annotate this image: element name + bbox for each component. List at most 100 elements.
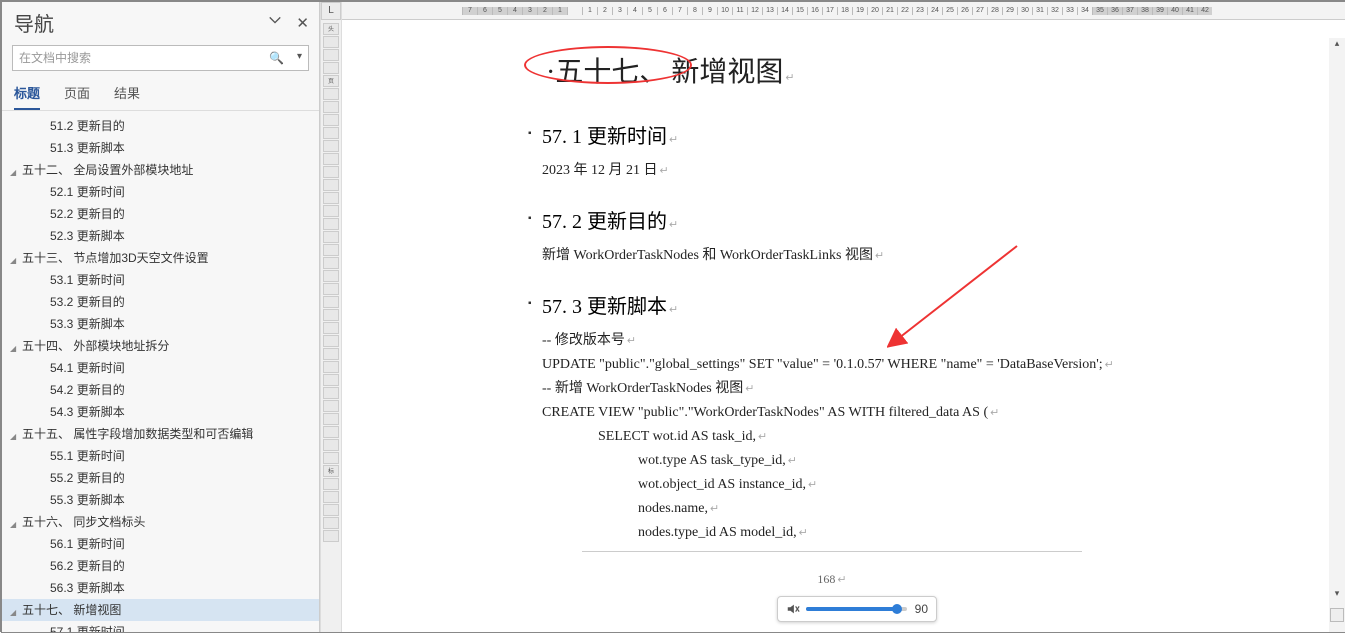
vertical-scrollbar[interactable]: ▴ ▾ — [1329, 38, 1345, 632]
nav-item[interactable]: 五十三、 节点增加3D天空文件设置 — [2, 247, 319, 269]
tab-headings[interactable]: 标题 — [14, 83, 40, 110]
nav-item[interactable]: 55.2 更新目的 — [2, 467, 319, 489]
paragraph-mark-icon: ↵ — [758, 431, 767, 443]
ruler-tick: 24 — [927, 7, 942, 15]
nav-item[interactable]: 51.2 更新目的 — [2, 115, 319, 137]
speaker-muted-icon[interactable] — [786, 602, 800, 616]
nav-item[interactable]: 52.3 更新脚本 — [2, 225, 319, 247]
nav-item[interactable]: 53.2 更新目的 — [2, 291, 319, 313]
ruler-tick: 26 — [957, 7, 972, 15]
volume-thumb[interactable] — [892, 604, 902, 614]
horizontal-ruler[interactable]: 7654321123456789101112131415161718192021… — [342, 2, 1345, 20]
paragraph-mark-icon: ↵ — [788, 455, 797, 467]
paragraph-mark-icon: ↵ — [799, 527, 808, 539]
nav-item[interactable]: 56.2 更新目的 — [2, 555, 319, 577]
ruler-tick: 1 — [552, 7, 567, 15]
vruler-mark — [323, 244, 339, 256]
body-text: CREATE VIEW "public"."WorkOrderTaskNodes… — [542, 401, 1122, 425]
nav-item[interactable]: 56.1 更新时间 — [2, 533, 319, 555]
vruler-mark — [323, 478, 339, 490]
paragraph-mark-icon: ↵ — [660, 165, 669, 177]
nav-item[interactable]: 52.1 更新时间 — [2, 181, 319, 203]
ruler-tick: 3 — [522, 7, 537, 15]
nav-item[interactable]: 56.3 更新脚本 — [2, 577, 319, 599]
nav-item[interactable]: 五十四、 外部模块地址拆分 — [2, 335, 319, 357]
heading-1-text: 新增视图 — [671, 57, 783, 88]
view-options-icon[interactable] — [1330, 608, 1344, 622]
body-text: 2023 年 12 月 21 日↵ — [542, 159, 1122, 183]
paragraph-mark-icon: ↵ — [875, 250, 884, 262]
ruler-tick: 42 — [1197, 7, 1212, 15]
search-input[interactable] — [13, 47, 308, 69]
ruler-tick: 32 — [1047, 7, 1062, 15]
nav-item[interactable]: 五十六、 同步文档标头 — [2, 511, 319, 533]
heading-1: ·五十七、 新增视图↵ — [542, 50, 1122, 90]
vruler-mark — [323, 491, 339, 503]
tab-stop-selector[interactable]: L — [321, 2, 341, 20]
nav-item[interactable]: 55.1 更新时间 — [2, 445, 319, 467]
page-number: 168↵ — [542, 572, 1122, 587]
body-text: SELECT wot.id AS task_id,↵ — [542, 425, 1122, 449]
ruler-tick: 39 — [1152, 7, 1167, 15]
vruler-mark — [323, 322, 339, 334]
ruler-tick: 18 — [837, 7, 852, 15]
vruler-mark — [323, 530, 339, 542]
nav-item[interactable]: 53.1 更新时间 — [2, 269, 319, 291]
nav-item[interactable]: 52.2 更新目的 — [2, 203, 319, 225]
close-icon[interactable]: ✕ — [296, 14, 309, 32]
paragraph-mark-icon: ↵ — [990, 407, 999, 419]
nav-item[interactable]: 五十七、 新增视图 — [2, 599, 319, 621]
ruler-tick: 5 — [492, 7, 507, 15]
nav-item[interactable]: 54.3 更新脚本 — [2, 401, 319, 423]
ruler-tick: 34 — [1077, 7, 1092, 15]
volume-slider[interactable] — [806, 607, 907, 611]
vruler-mark — [323, 283, 339, 295]
ruler-tick: 38 — [1137, 7, 1152, 15]
document-viewport[interactable]: ·五十七、 新增视图↵ 57. 1 更新时间↵ 2023 年 12 月 21 日… — [342, 20, 1345, 632]
tab-pages[interactable]: 页面 — [64, 83, 90, 110]
body-text: nodes.type_id AS model_id,↵ — [542, 521, 1122, 545]
scroll-down-icon[interactable]: ▾ — [1329, 588, 1345, 604]
nav-title: 导航 — [14, 8, 54, 37]
ruler-tick: 5 — [642, 7, 657, 15]
tab-results[interactable]: 结果 — [114, 83, 140, 110]
nav-item[interactable]: 51.3 更新脚本 — [2, 137, 319, 159]
ruler-tick: 27 — [972, 7, 987, 15]
nav-item[interactable]: 五十二、 全局设置外部模块地址 — [2, 159, 319, 181]
nav-search[interactable]: 🔍 ▾ — [12, 45, 309, 71]
vruler-mark — [323, 257, 339, 269]
ruler-tick: 7 — [462, 7, 477, 15]
ruler-tick: 2 — [597, 7, 612, 15]
search-dropdown-icon[interactable]: ▾ — [297, 51, 302, 62]
vruler-mark — [323, 101, 339, 113]
vruler-mark — [323, 114, 339, 126]
nav-item[interactable]: 53.3 更新脚本 — [2, 313, 319, 335]
ruler-tick: 20 — [867, 7, 882, 15]
volume-value: 90 — [915, 602, 928, 616]
chevron-down-icon[interactable] — [268, 13, 282, 32]
vruler-mark — [323, 348, 339, 360]
search-icon[interactable]: 🔍 — [269, 51, 284, 65]
nav-item[interactable]: 五十五、 属性字段增加数据类型和可否编辑 — [2, 423, 319, 445]
vruler-mark — [323, 452, 339, 464]
paragraph-mark-icon: ↵ — [669, 219, 678, 231]
nav-header: 导航 ✕ — [2, 2, 319, 45]
heading-57-2: 57. 2 更新目的↵ — [542, 205, 1122, 234]
navigation-pane: 导航 ✕ 🔍 ▾ 标题 页面 结果 51.2 更新目的51.3 更新脚本五十二、… — [2, 2, 320, 632]
vruler-mark — [323, 218, 339, 230]
nav-item[interactable]: 57.1 更新时间 — [2, 621, 319, 632]
nav-item[interactable]: 54.1 更新时间 — [2, 357, 319, 379]
scroll-up-icon[interactable]: ▴ — [1329, 38, 1345, 54]
nav-item[interactable]: 55.3 更新脚本 — [2, 489, 319, 511]
paragraph-mark-icon: ↵ — [785, 72, 794, 84]
nav-item[interactable]: 54.2 更新目的 — [2, 379, 319, 401]
body-text: 新增 WorkOrderTaskNodes 和 WorkOrderTaskLin… — [542, 244, 1122, 268]
ruler-tick: 29 — [1002, 7, 1017, 15]
ruler-tick: 6 — [477, 7, 492, 15]
ruler-tick: 2 — [537, 7, 552, 15]
vruler-mark — [323, 426, 339, 438]
vruler-mark — [323, 335, 339, 347]
nav-tree[interactable]: 51.2 更新目的51.3 更新脚本五十二、 全局设置外部模块地址52.1 更新… — [2, 111, 319, 632]
volume-overlay[interactable]: 90 — [777, 596, 937, 622]
vruler-mark — [323, 439, 339, 451]
